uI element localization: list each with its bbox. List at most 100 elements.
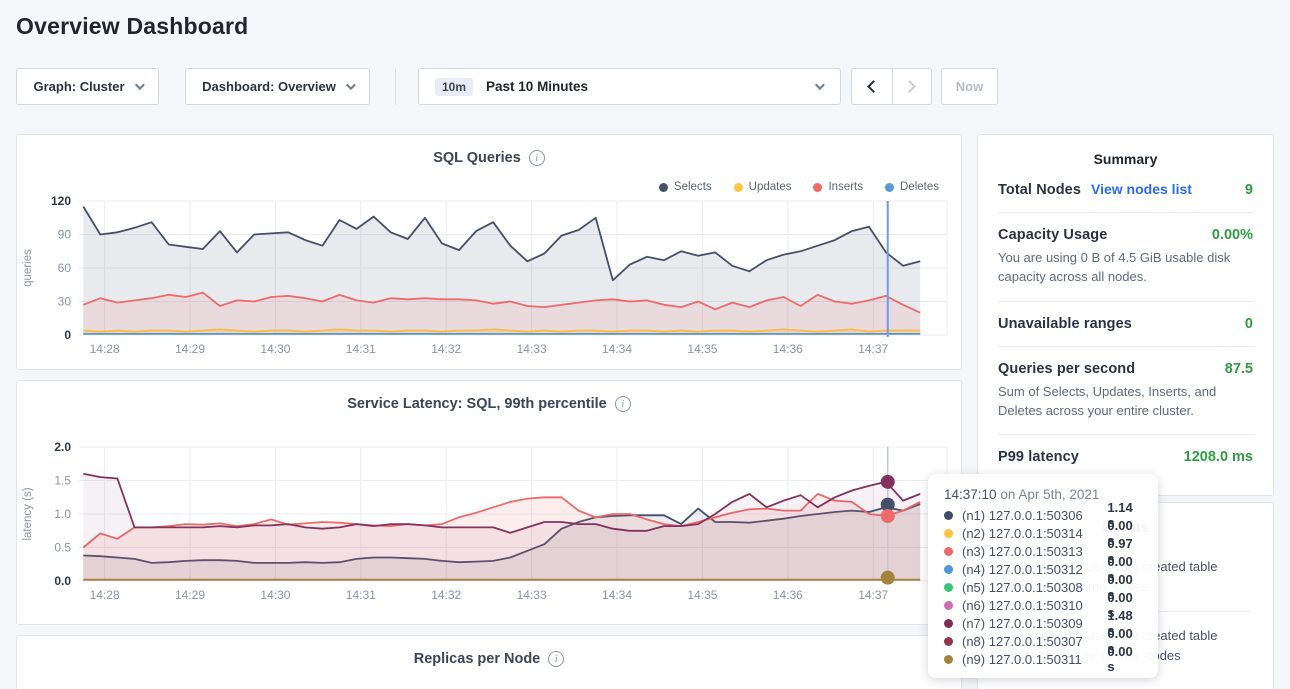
total-nodes-label: Total Nodes (998, 182, 1081, 198)
legend-item-inserts[interactable]: Inserts (813, 181, 863, 193)
prev-time-button[interactable] (852, 69, 892, 104)
legend-item-deletes[interactable]: Deletes (885, 181, 939, 193)
svg-text:14:31: 14:31 (346, 342, 376, 356)
time-range-badge: 10m (435, 78, 473, 96)
svg-text:14:28: 14:28 (90, 342, 120, 356)
tooltip-date: on Apr 5th, 2021 (1000, 487, 1099, 502)
toolbar-divider (395, 68, 396, 105)
chevron-left-icon (867, 80, 880, 93)
replicas-per-node-chart-card: Replicas per Node i (16, 635, 962, 689)
svg-text:14:34: 14:34 (602, 342, 632, 356)
chart-title: SQL Queries (433, 150, 521, 166)
tooltip-node-label: (n7) 127.0.0.1:50309 (962, 616, 1107, 631)
info-icon[interactable]: i (615, 396, 631, 412)
tooltip-node-label: (n8) 127.0.0.1:50307 (962, 634, 1107, 649)
graph-dropdown-label: Graph: Cluster (33, 79, 124, 94)
time-range-dropdown[interactable]: 10m Past 10 Minutes (418, 68, 841, 105)
total-nodes-row: Total Nodes View nodes list 9 (998, 181, 1253, 198)
chevron-down-icon (815, 80, 825, 90)
chevron-down-icon (134, 80, 144, 90)
legend-dot (885, 183, 894, 192)
svg-text:14:34: 14:34 (602, 588, 632, 602)
tooltip-node-label: (n2) 127.0.0.1:50314 (962, 526, 1107, 541)
summary-title: Summary (998, 135, 1253, 167)
divider (998, 434, 1253, 435)
tooltip-node-value: 0.00 s (1107, 644, 1142, 674)
series-color-dot (944, 529, 953, 538)
series-color-dot (944, 601, 953, 610)
sql-queries-chart-card: SQL Queries i Selects Updates Inserts De… (16, 134, 962, 370)
service-latency-chart-card: Service Latency: SQL, 99th percentile i … (16, 380, 962, 625)
svg-text:14:33: 14:33 (517, 342, 547, 356)
tooltip-node-label: (n6) 127.0.0.1:50310 (962, 598, 1107, 613)
svg-text:0: 0 (64, 328, 71, 342)
svg-text:14:29: 14:29 (175, 588, 205, 602)
dashboard-dropdown[interactable]: Dashboard: Overview (185, 68, 370, 105)
svg-text:14:32: 14:32 (431, 588, 461, 602)
qps-label: Queries per second (998, 361, 1135, 377)
tooltip-row: (n9) 127.0.0.1:50311 0.00 s (944, 650, 1142, 668)
toolbar: Graph: Cluster Dashboard: Overview 10m P… (0, 68, 1290, 105)
svg-text:14:36: 14:36 (773, 588, 803, 602)
qps-value: 87.5 (1225, 361, 1253, 377)
tooltip-time: 14:37:10 (944, 487, 997, 502)
svg-text:queries: queries (22, 249, 34, 287)
tooltip-node-label: (n5) 127.0.0.1:50308 (962, 580, 1107, 595)
chart-tooltip: 14:37:10 on Apr 5th, 2021 (n1) 127.0.0.1… (928, 474, 1158, 678)
unavailable-ranges-label: Unavailable ranges (998, 316, 1132, 332)
tooltip-node-label: (n4) 127.0.0.1:50312 (962, 562, 1107, 577)
legend-dot (813, 183, 822, 192)
service-latency-plot[interactable]: 14:2814:2914:3014:3114:3214:3314:3414:35… (17, 439, 963, 611)
divider (998, 212, 1253, 213)
series-color-dot (944, 619, 953, 628)
svg-text:2.0: 2.0 (54, 440, 71, 454)
p99-latency-value: 1208.0 ms (1184, 449, 1253, 465)
tooltip-node-label: (n1) 127.0.0.1:50306 (962, 508, 1107, 523)
series-color-dot (944, 565, 953, 574)
next-time-button[interactable] (892, 69, 932, 104)
chevron-right-icon (903, 80, 916, 93)
qps-row: Queries per second 87.5 (998, 361, 1253, 377)
chevron-down-icon (346, 80, 356, 90)
qps-description: Sum of Selects, Updates, Inserts, and De… (998, 383, 1253, 421)
p99-latency-row: P99 latency 1208.0 ms (998, 449, 1253, 465)
view-nodes-list-link[interactable]: View nodes list (1091, 181, 1192, 197)
svg-text:1.0: 1.0 (54, 507, 71, 521)
legend-item-updates[interactable]: Updates (734, 181, 792, 193)
now-button[interactable]: Now (941, 68, 998, 105)
tooltip-node-label: (n9) 127.0.0.1:50311 (962, 652, 1107, 667)
legend-dot (734, 183, 743, 192)
svg-text:60: 60 (58, 261, 72, 275)
svg-text:0.5: 0.5 (54, 541, 71, 555)
svg-text:14:30: 14:30 (260, 342, 290, 356)
svg-text:14:35: 14:35 (687, 342, 717, 356)
svg-text:1.5: 1.5 (54, 474, 71, 488)
capacity-description: You are using 0 B of 4.5 GiB usable disk… (998, 249, 1253, 287)
svg-text:14:37: 14:37 (858, 588, 888, 602)
page-title: Overview Dashboard (16, 13, 248, 40)
series-color-dot (944, 583, 953, 592)
chart-title: Service Latency: SQL, 99th percentile (347, 396, 607, 412)
info-icon[interactable]: i (529, 150, 545, 166)
svg-text:14:30: 14:30 (260, 588, 290, 602)
graph-dropdown[interactable]: Graph: Cluster (16, 68, 159, 105)
svg-text:14:32: 14:32 (431, 342, 461, 356)
chart-title: Replicas per Node (414, 651, 541, 667)
tooltip-node-label: (n3) 127.0.0.1:50313 (962, 544, 1107, 559)
svg-text:90: 90 (58, 228, 72, 242)
info-icon[interactable]: i (548, 651, 564, 667)
svg-text:14:36: 14:36 (773, 342, 803, 356)
time-step-buttons (851, 68, 932, 105)
dashboard-dropdown-label: Dashboard: Overview (202, 79, 336, 94)
svg-text:14:29: 14:29 (175, 342, 205, 356)
legend-item-selects[interactable]: Selects (659, 181, 712, 193)
svg-text:14:37: 14:37 (858, 342, 888, 356)
svg-text:0.0: 0.0 (54, 574, 71, 588)
svg-text:latency (s): latency (s) (22, 487, 34, 540)
sql-queries-plot[interactable]: 14:28 14:29 14:30 14:31 14:32 14:33 14:34 14:35… (17, 193, 963, 365)
capacity-label: Capacity Usage (998, 227, 1107, 243)
svg-text:30: 30 (58, 295, 72, 309)
svg-text:14:31: 14:31 (346, 588, 376, 602)
svg-text:14:35: 14:35 (687, 588, 717, 602)
svg-text:14:28: 14:28 (90, 588, 120, 602)
